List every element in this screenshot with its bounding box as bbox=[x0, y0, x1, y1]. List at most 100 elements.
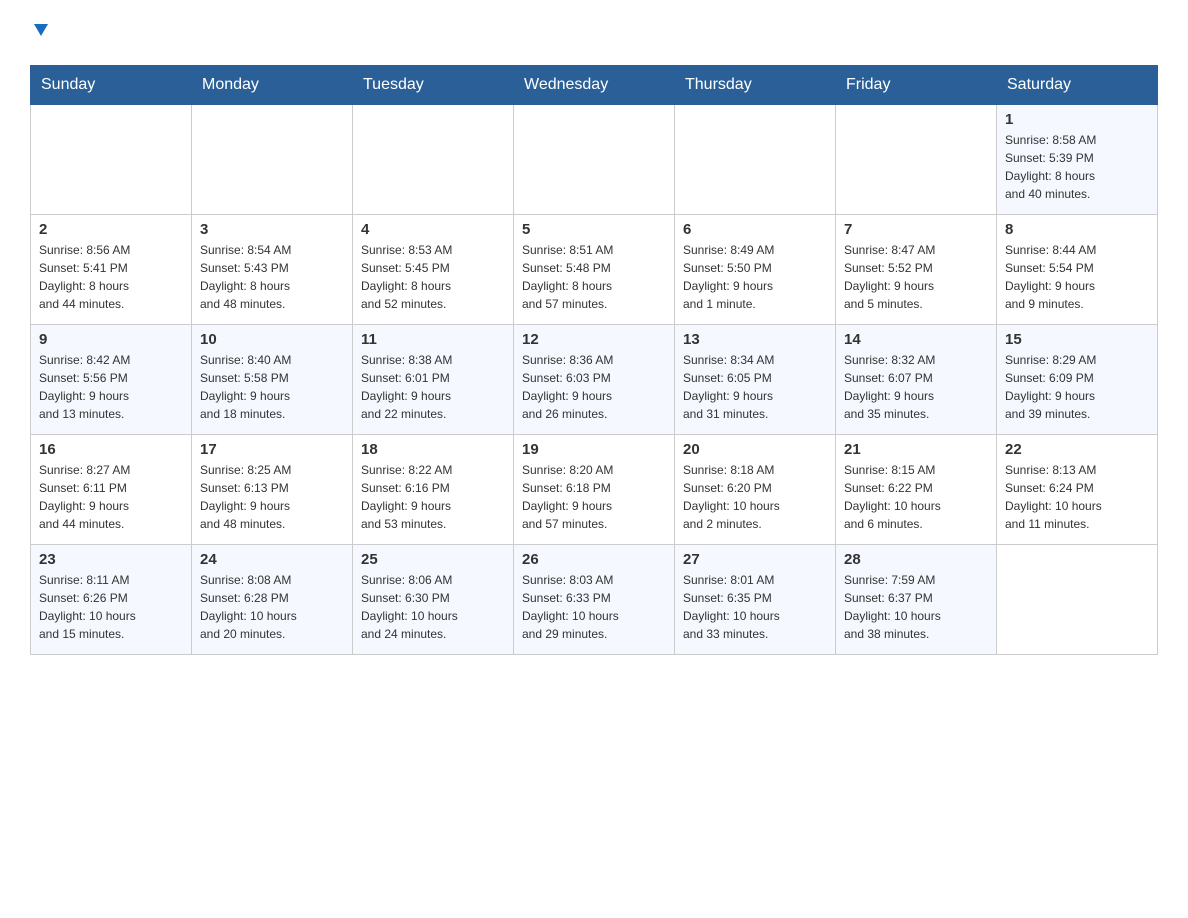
calendar-cell: 11 Sunrise: 8:38 AM Sunset: 6:01 PM Dayli… bbox=[353, 325, 514, 435]
calendar-cell: 18Sunrise: 8:22 AM Sunset: 6:16 PM Dayli… bbox=[353, 435, 514, 545]
header-row: Sunday Monday Tuesday Wednesday Thursday… bbox=[31, 66, 1158, 105]
day-info: Sunrise: 8:51 AM Sunset: 5:48 PM Dayligh… bbox=[522, 241, 666, 313]
col-saturday: Saturday bbox=[997, 66, 1158, 105]
day-number: 22 bbox=[1005, 441, 1149, 458]
day-number: 19 bbox=[522, 441, 666, 458]
day-number: 14 bbox=[844, 331, 988, 348]
calendar-cell: 27 Sunrise: 8:01 AM Sunset: 6:35 PM Dayli… bbox=[675, 545, 836, 655]
calendar-cell: 26 Sunrise: 8:03 AM Sunset: 6:33 PM Dayli… bbox=[514, 545, 675, 655]
calendar-cell: 7Sunrise: 8:47 AM Sunset: 5:52 PM Daylig… bbox=[836, 215, 997, 325]
calendar-body: 1 Sunrise: 8:58 AM Sunset: 5:39 PM Daylig… bbox=[31, 105, 1158, 655]
calendar-cell: 9 Sunrise: 8:42 AM Sunset: 5:56 PM Daylig… bbox=[31, 325, 192, 435]
day-info: Sunrise: 8:49 AM Sunset: 5:50 PM Dayligh… bbox=[683, 241, 827, 313]
calendar-cell bbox=[836, 105, 997, 215]
day-number: 3 bbox=[200, 221, 344, 238]
week-row-2: 2 Sunrise: 8:56 AM Sunset: 5:41 PM Daylig… bbox=[31, 215, 1158, 325]
calendar-cell bbox=[514, 105, 675, 215]
calendar-cell bbox=[192, 105, 353, 215]
logo-arrow-icon bbox=[30, 20, 52, 47]
day-number: 20 bbox=[683, 441, 827, 458]
day-info: Sunrise: 8:53 AM Sunset: 5:45 PM Dayligh… bbox=[361, 241, 505, 313]
day-number: 13 bbox=[683, 331, 827, 348]
day-info: Sunrise: 8:03 AM Sunset: 6:33 PM Dayligh… bbox=[522, 571, 666, 643]
calendar-cell: 6 Sunrise: 8:49 AM Sunset: 5:50 PM Daylig… bbox=[675, 215, 836, 325]
day-info: Sunrise: 8:42 AM Sunset: 5:56 PM Dayligh… bbox=[39, 351, 183, 423]
day-info: Sunrise: 8:06 AM Sunset: 6:30 PM Dayligh… bbox=[361, 571, 505, 643]
day-info: Sunrise: 8:38 AM Sunset: 6:01 PM Dayligh… bbox=[361, 351, 505, 423]
day-number: 16 bbox=[39, 441, 183, 458]
calendar-cell: 21 Sunrise: 8:15 AM Sunset: 6:22 PM Dayli… bbox=[836, 435, 997, 545]
page-header bbox=[30, 20, 1158, 49]
calendar-cell: 15Sunrise: 8:29 AM Sunset: 6:09 PM Dayli… bbox=[997, 325, 1158, 435]
day-number: 10 bbox=[200, 331, 344, 348]
day-number: 4 bbox=[361, 221, 505, 238]
day-number: 9 bbox=[39, 331, 183, 348]
calendar-cell bbox=[353, 105, 514, 215]
col-sunday: Sunday bbox=[31, 66, 192, 105]
calendar-cell: 3 Sunrise: 8:54 AM Sunset: 5:43 PM Daylig… bbox=[192, 215, 353, 325]
day-number: 12 bbox=[522, 331, 666, 348]
day-info: Sunrise: 8:32 AM Sunset: 6:07 PM Dayligh… bbox=[844, 351, 988, 423]
calendar-cell: 17Sunrise: 8:25 AM Sunset: 6:13 PM Dayli… bbox=[192, 435, 353, 545]
calendar-cell: 16 Sunrise: 8:27 AM Sunset: 6:11 PM Dayli… bbox=[31, 435, 192, 545]
day-info: Sunrise: 8:13 AM Sunset: 6:24 PM Dayligh… bbox=[1005, 461, 1149, 533]
day-info: Sunrise: 8:08 AM Sunset: 6:28 PM Dayligh… bbox=[200, 571, 344, 643]
calendar-cell bbox=[675, 105, 836, 215]
calendar-cell: 25 Sunrise: 8:06 AM Sunset: 6:30 PM Dayli… bbox=[353, 545, 514, 655]
day-info: Sunrise: 8:40 AM Sunset: 5:58 PM Dayligh… bbox=[200, 351, 344, 423]
day-info: Sunrise: 8:36 AM Sunset: 6:03 PM Dayligh… bbox=[522, 351, 666, 423]
day-info: Sunrise: 8:20 AM Sunset: 6:18 PM Dayligh… bbox=[522, 461, 666, 533]
day-info: Sunrise: 8:44 AM Sunset: 5:54 PM Dayligh… bbox=[1005, 241, 1149, 313]
day-number: 2 bbox=[39, 221, 183, 238]
day-info: Sunrise: 8:25 AM Sunset: 6:13 PM Dayligh… bbox=[200, 461, 344, 533]
day-number: 18 bbox=[361, 441, 505, 458]
day-number: 1 bbox=[1005, 111, 1149, 128]
col-thursday: Thursday bbox=[675, 66, 836, 105]
col-tuesday: Tuesday bbox=[353, 66, 514, 105]
day-info: Sunrise: 8:11 AM Sunset: 6:26 PM Dayligh… bbox=[39, 571, 183, 643]
calendar-cell: 20Sunrise: 8:18 AM Sunset: 6:20 PM Dayli… bbox=[675, 435, 836, 545]
week-row-5: 23 Sunrise: 8:11 AM Sunset: 6:26 PM Dayli… bbox=[31, 545, 1158, 655]
logo bbox=[30, 20, 52, 49]
day-info: Sunrise: 8:47 AM Sunset: 5:52 PM Dayligh… bbox=[844, 241, 988, 313]
calendar-cell: 28 Sunrise: 7:59 AM Sunset: 6:37 PM Dayli… bbox=[836, 545, 997, 655]
calendar-cell: 24 Sunrise: 8:08 AM Sunset: 6:28 PM Dayli… bbox=[192, 545, 353, 655]
week-row-1: 1 Sunrise: 8:58 AM Sunset: 5:39 PM Daylig… bbox=[31, 105, 1158, 215]
week-row-4: 16 Sunrise: 8:27 AM Sunset: 6:11 PM Dayli… bbox=[31, 435, 1158, 545]
day-info: Sunrise: 8:15 AM Sunset: 6:22 PM Dayligh… bbox=[844, 461, 988, 533]
day-info: Sunrise: 8:56 AM Sunset: 5:41 PM Dayligh… bbox=[39, 241, 183, 313]
calendar-cell: 5 Sunrise: 8:51 AM Sunset: 5:48 PM Daylig… bbox=[514, 215, 675, 325]
day-info: Sunrise: 8:54 AM Sunset: 5:43 PM Dayligh… bbox=[200, 241, 344, 313]
day-info: Sunrise: 7:59 AM Sunset: 6:37 PM Dayligh… bbox=[844, 571, 988, 643]
day-info: Sunrise: 8:01 AM Sunset: 6:35 PM Dayligh… bbox=[683, 571, 827, 643]
calendar-cell bbox=[997, 545, 1158, 655]
day-info: Sunrise: 8:34 AM Sunset: 6:05 PM Dayligh… bbox=[683, 351, 827, 423]
calendar-cell: 10 Sunrise: 8:40 AM Sunset: 5:58 PM Dayli… bbox=[192, 325, 353, 435]
day-number: 26 bbox=[522, 551, 666, 568]
calendar-cell: 4 Sunrise: 8:53 AM Sunset: 5:45 PM Daylig… bbox=[353, 215, 514, 325]
calendar-cell bbox=[31, 105, 192, 215]
day-number: 6 bbox=[683, 221, 827, 238]
calendar-cell: 12 Sunrise: 8:36 AM Sunset: 6:03 PM Dayli… bbox=[514, 325, 675, 435]
day-number: 11 bbox=[361, 331, 505, 348]
day-info: Sunrise: 8:27 AM Sunset: 6:11 PM Dayligh… bbox=[39, 461, 183, 533]
day-number: 27 bbox=[683, 551, 827, 568]
day-info: Sunrise: 8:58 AM Sunset: 5:39 PM Dayligh… bbox=[1005, 131, 1149, 203]
day-number: 25 bbox=[361, 551, 505, 568]
calendar-table: Sunday Monday Tuesday Wednesday Thursday… bbox=[30, 65, 1158, 655]
day-number: 21 bbox=[844, 441, 988, 458]
col-friday: Friday bbox=[836, 66, 997, 105]
day-number: 24 bbox=[200, 551, 344, 568]
calendar-cell: 13 Sunrise: 8:34 AM Sunset: 6:05 PM Dayli… bbox=[675, 325, 836, 435]
day-number: 23 bbox=[39, 551, 183, 568]
calendar-cell: 14 Sunrise: 8:32 AM Sunset: 6:07 PM Dayli… bbox=[836, 325, 997, 435]
day-number: 5 bbox=[522, 221, 666, 238]
calendar-header: Sunday Monday Tuesday Wednesday Thursday… bbox=[31, 66, 1158, 105]
day-number: 28 bbox=[844, 551, 988, 568]
calendar-cell: 2 Sunrise: 8:56 AM Sunset: 5:41 PM Daylig… bbox=[31, 215, 192, 325]
calendar-cell: 1 Sunrise: 8:58 AM Sunset: 5:39 PM Daylig… bbox=[997, 105, 1158, 215]
col-monday: Monday bbox=[192, 66, 353, 105]
calendar-cell: 23 Sunrise: 8:11 AM Sunset: 6:26 PM Dayli… bbox=[31, 545, 192, 655]
calendar-cell: 22 Sunrise: 8:13 AM Sunset: 6:24 PM Dayli… bbox=[997, 435, 1158, 545]
day-number: 8 bbox=[1005, 221, 1149, 238]
